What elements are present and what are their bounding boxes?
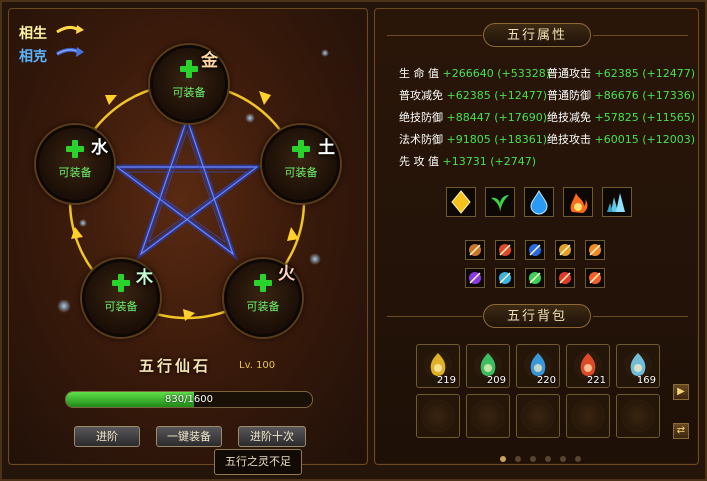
slot-status: 可装备: [172, 86, 206, 99]
attribute-row: 普通攻击 +62385 (+12477): [547, 65, 695, 81]
add-icon[interactable]: [180, 60, 198, 78]
green-orb-icon[interactable]: [525, 268, 545, 288]
attribute-label: 绝技攻击: [547, 133, 591, 146]
attribute-value: +62385 (+12477): [446, 89, 548, 102]
attributes-panel: 五行属性 生 命 值 +266640 (+53328) 普通攻击 +62385 (…: [374, 8, 699, 465]
bag-item[interactable]: 220: [516, 344, 560, 388]
bag-item[interactable]: 219: [416, 344, 460, 388]
empty-bag-slot[interactable]: [516, 394, 560, 438]
divider: [593, 316, 688, 317]
attribute-row: 普攻减免 +62385 (+12477): [399, 87, 547, 103]
advance-button[interactable]: 进阶: [74, 426, 140, 447]
add-icon[interactable]: [254, 274, 272, 292]
bag-item[interactable]: 169: [616, 344, 660, 388]
add-icon[interactable]: [112, 274, 130, 292]
slot-status: 可装备: [284, 166, 318, 179]
page-dot-2[interactable]: [515, 456, 521, 462]
warrior-icon[interactable]: [465, 240, 485, 260]
item-count: 220: [536, 375, 556, 386]
sort-icon[interactable]: ⇄: [673, 423, 689, 439]
attribute-value: +88447 (+17690): [446, 111, 548, 124]
attribute-row: 法术防御 +91805 (+18361): [399, 131, 547, 147]
five-elements-panel: 相生 相克 可装备 金 可装备 水 可装备 土 可装备 木 可装备 火 五行仙石…: [8, 8, 368, 465]
attribute-label: 先 攻 值: [399, 155, 439, 168]
attribute-value: +13731 (+2747): [442, 155, 537, 168]
stone-level: Lv. 100: [239, 360, 276, 371]
advance-progress-bar: 830/1600: [65, 391, 313, 408]
attribute-value: +86676 (+17336): [594, 89, 696, 102]
attribute-label: 绝技防御: [399, 111, 443, 124]
blue-shield-icon[interactable]: [525, 240, 545, 260]
slot-status: 可装备: [246, 300, 280, 313]
attributes-title: 五行属性: [483, 23, 591, 47]
page-dot-5[interactable]: [560, 456, 566, 462]
advance-ten-button[interactable]: 进阶十次: [238, 426, 306, 447]
slash-icon[interactable]: [495, 240, 515, 260]
page-dot-6[interactable]: [575, 456, 581, 462]
attribute-value: +62385 (+12477): [594, 67, 696, 80]
tooltip: 五行之灵不足: [214, 449, 302, 475]
divider: [387, 35, 482, 36]
bag-title: 五行背包: [483, 304, 591, 328]
item-count: 169: [636, 375, 656, 386]
bag-item[interactable]: 221: [566, 344, 610, 388]
water-drop-icon[interactable]: [524, 187, 554, 217]
next-page-icon[interactable]: ▶: [673, 384, 689, 400]
page-dot-3[interactable]: [530, 456, 536, 462]
attribute-label: 普通攻击: [547, 67, 591, 80]
stone-name: 五行仙石: [139, 357, 212, 375]
attribute-row: 先 攻 值 +13731 (+2747): [399, 153, 536, 169]
earth-crystal-icon[interactable]: [602, 187, 632, 217]
empty-bag-slot[interactable]: [566, 394, 610, 438]
slot-status: 可装备: [104, 300, 138, 313]
attribute-label: 生 命 值: [399, 67, 439, 80]
flame-strike-icon[interactable]: [585, 268, 605, 288]
attribute-label: 绝技减免: [547, 111, 591, 124]
attribute-row: 绝技攻击 +60015 (+12003): [547, 131, 695, 147]
attribute-label: 普攻减免: [399, 89, 443, 102]
metal-gem-icon[interactable]: [446, 187, 476, 217]
add-icon[interactable]: [292, 140, 310, 158]
lightning-icon[interactable]: [495, 268, 515, 288]
add-icon[interactable]: [66, 140, 84, 158]
attribute-row: 绝技减免 +57825 (+11565): [547, 109, 695, 125]
one-key-equip-button[interactable]: 一键装备: [156, 426, 222, 447]
item-count: 209: [486, 375, 506, 386]
item-count: 221: [586, 375, 606, 386]
metal-char: 金: [201, 51, 218, 71]
attribute-value: +57825 (+11565): [594, 111, 696, 124]
divider: [387, 316, 482, 317]
divider: [593, 35, 688, 36]
wood-sprout-icon[interactable]: [485, 187, 515, 217]
bag-item[interactable]: 209: [466, 344, 510, 388]
attribute-value: +91805 (+18361): [446, 133, 548, 146]
attribute-row: 普通防御 +86676 (+17336): [547, 87, 695, 103]
page-dot-4[interactable]: [545, 456, 551, 462]
fire-flame-icon[interactable]: [563, 187, 593, 217]
empty-bag-slot[interactable]: [416, 394, 460, 438]
gold-shield-icon[interactable]: [555, 240, 575, 260]
attribute-row: 生 命 值 +266640 (+53328): [399, 65, 550, 81]
earth-char: 土: [318, 138, 335, 158]
purple-rune-icon[interactable]: [465, 268, 485, 288]
page-dot-1[interactable]: [500, 456, 506, 462]
slot-status: 可装备: [58, 166, 92, 179]
item-count: 219: [436, 375, 456, 386]
water-char: 水: [91, 138, 108, 158]
progress-text: 830/1600: [165, 394, 213, 405]
attribute-label: 普通防御: [547, 89, 591, 102]
wood-char: 木: [136, 268, 153, 288]
red-demon-icon[interactable]: [555, 268, 575, 288]
empty-bag-slot[interactable]: [616, 394, 660, 438]
burst-icon[interactable]: [585, 240, 605, 260]
fire-char: 火: [278, 264, 295, 284]
attribute-row: 绝技防御 +88447 (+17690): [399, 109, 547, 125]
attribute-value: +266640 (+53328): [442, 67, 551, 80]
empty-bag-slot[interactable]: [466, 394, 510, 438]
attribute-value: +60015 (+12003): [594, 133, 696, 146]
attribute-label: 法术防御: [399, 133, 443, 146]
